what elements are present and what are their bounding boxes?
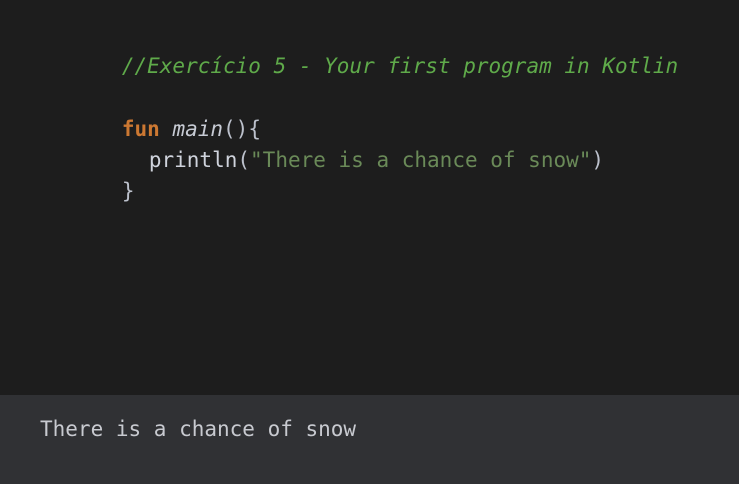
output-console: There is a chance of snow: [0, 395, 739, 484]
call-close-paren: ): [591, 148, 605, 172]
function-parens: (): [223, 117, 249, 141]
code-line-comment: //Exercício 5 - Your first program in Ko…: [46, 20, 739, 78]
code-editor[interactable]: //Exercício 5 - Your first program in Ko…: [0, 0, 739, 395]
comment-text: //Exercício 5 - Your first program in Ko…: [121, 54, 679, 78]
string-literal: "There is a chance of snow": [250, 148, 592, 172]
console-output-text: There is a chance of snow: [40, 417, 357, 441]
open-brace: {: [248, 117, 261, 141]
close-brace: }: [121, 179, 135, 203]
kotlin-playground: //Exercício 5 - Your first program in Ko…: [0, 0, 739, 484]
function-name: main: [172, 117, 224, 141]
keyword-fun: fun: [121, 117, 160, 141]
code-line-function-declaration: fun main(){: [46, 83, 739, 141]
call-name: println: [148, 148, 238, 172]
call-open-paren: (: [237, 148, 251, 172]
